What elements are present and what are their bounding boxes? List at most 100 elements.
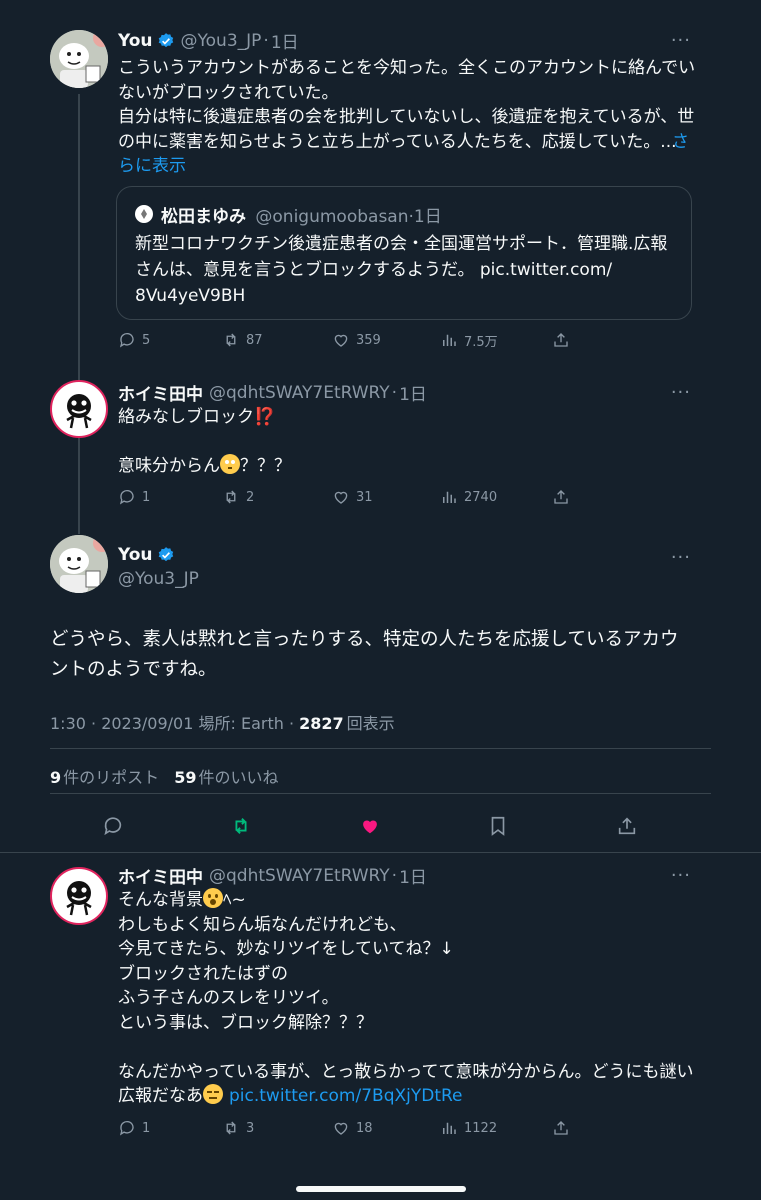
divider (50, 748, 711, 749)
like-count: 18 (356, 1120, 373, 1136)
bookmark-icon (491, 816, 505, 836)
tweet-hoimi-1[interactable]: ホイミ田中 @qdhtSWAY7EtRWRY · 1日 ··· 絡みなしブロック… (0, 360, 761, 535)
repost-count: 87 (246, 332, 263, 348)
repost-button[interactable]: 2 (222, 488, 254, 506)
author-name[interactable]: ホイミ田中 (118, 863, 203, 888)
tweet-you-1[interactable]: You @You3_JP · 1日 ··· こういうアカウントがあることを今知っ… (0, 0, 761, 360)
show-more-link[interactable]: らに表示 (118, 154, 698, 179)
avatar[interactable] (50, 535, 108, 593)
author-handle[interactable]: @qdhtSWAY7EtRWRY (209, 383, 390, 403)
verified-badge-icon (158, 32, 173, 47)
like-button[interactable]: 18 (332, 1119, 373, 1137)
tweet-timestamp[interactable]: 1:30 · 2023/09/01 場所: Earth · (50, 714, 299, 733)
hushed-face-emoji (203, 888, 223, 908)
reply-icon (119, 1120, 134, 1136)
share-icon (618, 817, 636, 835)
engagement-stats: 9 件のリポスト 59 件のいいね (50, 764, 279, 788)
avatar[interactable] (50, 380, 108, 438)
views-button[interactable]: 7.5万 (440, 331, 498, 350)
show-more-link-a[interactable]: さ (672, 130, 689, 155)
views-count: 7.5万 (464, 334, 498, 350)
like-count: 359 (356, 332, 381, 348)
quote-time: 1日 (413, 207, 442, 227)
author-name[interactable]: You (118, 545, 153, 565)
views-count: 1122 (464, 1120, 498, 1136)
main-tweet-text: どうやら、素人は黙れと言ったりする、特定の人たちを応援しているアカウ ントのよう… (50, 629, 679, 680)
like-button[interactable]: 31 (332, 488, 373, 506)
repost-icon (226, 1121, 236, 1135)
tweet-meta: 1:30 · 2023/09/01 場所: Earth · 2827 回表示 (50, 714, 395, 733)
home-indicator[interactable] (296, 1186, 466, 1192)
repost-count: 3 (246, 1120, 255, 1136)
reply-icon (104, 817, 122, 836)
like-count: 31 (356, 489, 373, 505)
views-icon (443, 491, 456, 503)
tweet-hoimi-reply[interactable]: ホイミ田中 @qdhtSWAY7EtRWRY · 1日 ··· そんな背景 ﾍ~ … (0, 855, 761, 1155)
repost-button[interactable]: 87 (222, 331, 263, 349)
reply-count: 1 (142, 1120, 151, 1136)
reply-button[interactable] (102, 815, 124, 841)
reply-button[interactable]: 1 (118, 488, 150, 506)
quote-author-handle: @onigumoobasan (255, 207, 409, 227)
likes-stat[interactable]: 59 件のいいね (174, 768, 278, 787)
author-handle[interactable]: @You3_JP (181, 31, 262, 51)
views-button[interactable]: 2740 (440, 488, 497, 506)
repost-count: 2 (246, 489, 255, 505)
reposts-stat[interactable]: 9 件のリポスト (50, 768, 159, 787)
share-button[interactable] (616, 815, 638, 841)
time-separator: · (263, 30, 269, 51)
quoted-tweet[interactable]: 松田まゆみ @onigumoobasan·1日 新型コロナワクチン後遺症患者の会… (116, 186, 692, 320)
quote-text: 新型コロナワクチン後遺症患者の会・全国運営サポート．管理職.広報 さんは、意見を… (135, 234, 668, 306)
more-options-icon[interactable]: ··· (671, 382, 691, 403)
main-action-bar (102, 815, 642, 837)
author-name[interactable]: You (118, 31, 153, 51)
author-name[interactable]: ホイミ田中 (118, 380, 203, 405)
reply-button[interactable]: 5 (118, 331, 150, 349)
share-button[interactable] (552, 1119, 570, 1137)
tweet-text: こういうアカウントがあることを今知った。全くこのアカウントに絡んでい ないがブロ… (118, 56, 698, 179)
verified-badge-icon (158, 547, 173, 562)
divider (0, 852, 761, 853)
tweet-time[interactable]: 1日 (271, 28, 299, 53)
reply-button[interactable]: 1 (118, 1119, 150, 1137)
repost-button[interactable]: 3 (222, 1119, 254, 1137)
heart-icon (334, 491, 348, 504)
share-icon (554, 333, 568, 347)
author-handle[interactable]: @You3_JP (118, 569, 199, 589)
time-separator: · (391, 382, 398, 403)
share-icon (554, 1121, 568, 1135)
confounded-face-emoji (203, 1084, 223, 1104)
avatar[interactable] (50, 867, 108, 925)
reply-icon (119, 332, 134, 348)
share-button[interactable] (552, 488, 570, 506)
bookmark-button[interactable] (487, 815, 509, 841)
quote-avatar (135, 205, 153, 223)
action-bar: 1 2 31 2740 (118, 486, 588, 508)
share-button[interactable] (552, 331, 570, 349)
tweet-text: そんな背景 ﾍ~ わしもよく知らん垢なんだけれども、 今見てきたら、妙なリツイをし… (118, 888, 694, 1106)
time-separator: · (391, 865, 398, 886)
more-options-icon[interactable]: ··· (671, 547, 691, 568)
heart-filled-icon (363, 820, 377, 834)
flushed-face-emoji (220, 454, 240, 474)
reply-icon (119, 489, 134, 505)
repost-icon (235, 818, 247, 834)
like-button[interactable]: 359 (332, 331, 381, 349)
interrobang-emoji: ⁉️ (254, 407, 276, 427)
more-options-icon[interactable]: ··· (671, 30, 691, 51)
tweet-time[interactable]: 1日 (399, 863, 427, 888)
view-count: 2827 (299, 714, 344, 733)
action-bar: 5 87 359 7.5万 (118, 329, 588, 351)
pic-link[interactable]: pic.twitter.com/7BqXjYDtRe (229, 1086, 463, 1106)
like-button[interactable] (359, 815, 381, 841)
author-handle[interactable]: @qdhtSWAY7EtRWRY (209, 866, 390, 886)
views-icon (443, 1122, 456, 1134)
reply-count: 5 (142, 332, 151, 348)
avatar[interactable] (50, 30, 108, 88)
share-icon (554, 490, 568, 504)
repost-button[interactable] (230, 815, 252, 841)
views-button[interactable]: 1122 (440, 1119, 497, 1137)
tweet-time[interactable]: 1日 (399, 380, 427, 405)
more-options-icon[interactable]: ··· (671, 865, 691, 886)
action-bar: 1 3 18 1122 (118, 1117, 588, 1139)
